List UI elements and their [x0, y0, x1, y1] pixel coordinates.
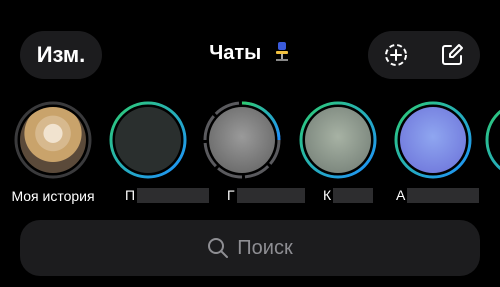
story-label-row: К: [323, 186, 374, 204]
story-avatar: [305, 107, 371, 173]
compose-icon: [442, 44, 463, 65]
story-avatar: [209, 107, 275, 173]
search-placeholder: Поиск: [237, 236, 293, 259]
search-field[interactable]: Поиск: [20, 220, 480, 276]
redacted-name: [236, 187, 305, 203]
redacted-name: [137, 187, 210, 203]
search-icon: [208, 238, 229, 258]
story-label: Г: [227, 187, 235, 203]
story-item-partial[interactable]: [484, 100, 500, 180]
add-story-icon: [385, 44, 407, 66]
story-label-row: П: [125, 186, 210, 204]
redacted-name: [333, 187, 374, 203]
story-ring: [485, 109, 500, 171]
story-label: К: [323, 187, 332, 203]
story-label: П: [125, 187, 136, 203]
page-title-text: Чаты: [209, 42, 262, 64]
desk-chair-emoji-icon: [275, 42, 288, 61]
story-label-row: А: [396, 186, 480, 204]
story-avatar: [400, 107, 466, 173]
story-avatar: [115, 107, 181, 173]
redacted-name: [407, 187, 480, 203]
header-actions: [368, 31, 480, 79]
add-story-button[interactable]: [372, 31, 420, 79]
story-label: Моя история: [11, 188, 95, 204]
story-label: А: [396, 187, 406, 203]
story-label-row: Г: [227, 186, 305, 204]
my-story-avatar: [20, 107, 86, 173]
compose-button[interactable]: [428, 31, 476, 79]
